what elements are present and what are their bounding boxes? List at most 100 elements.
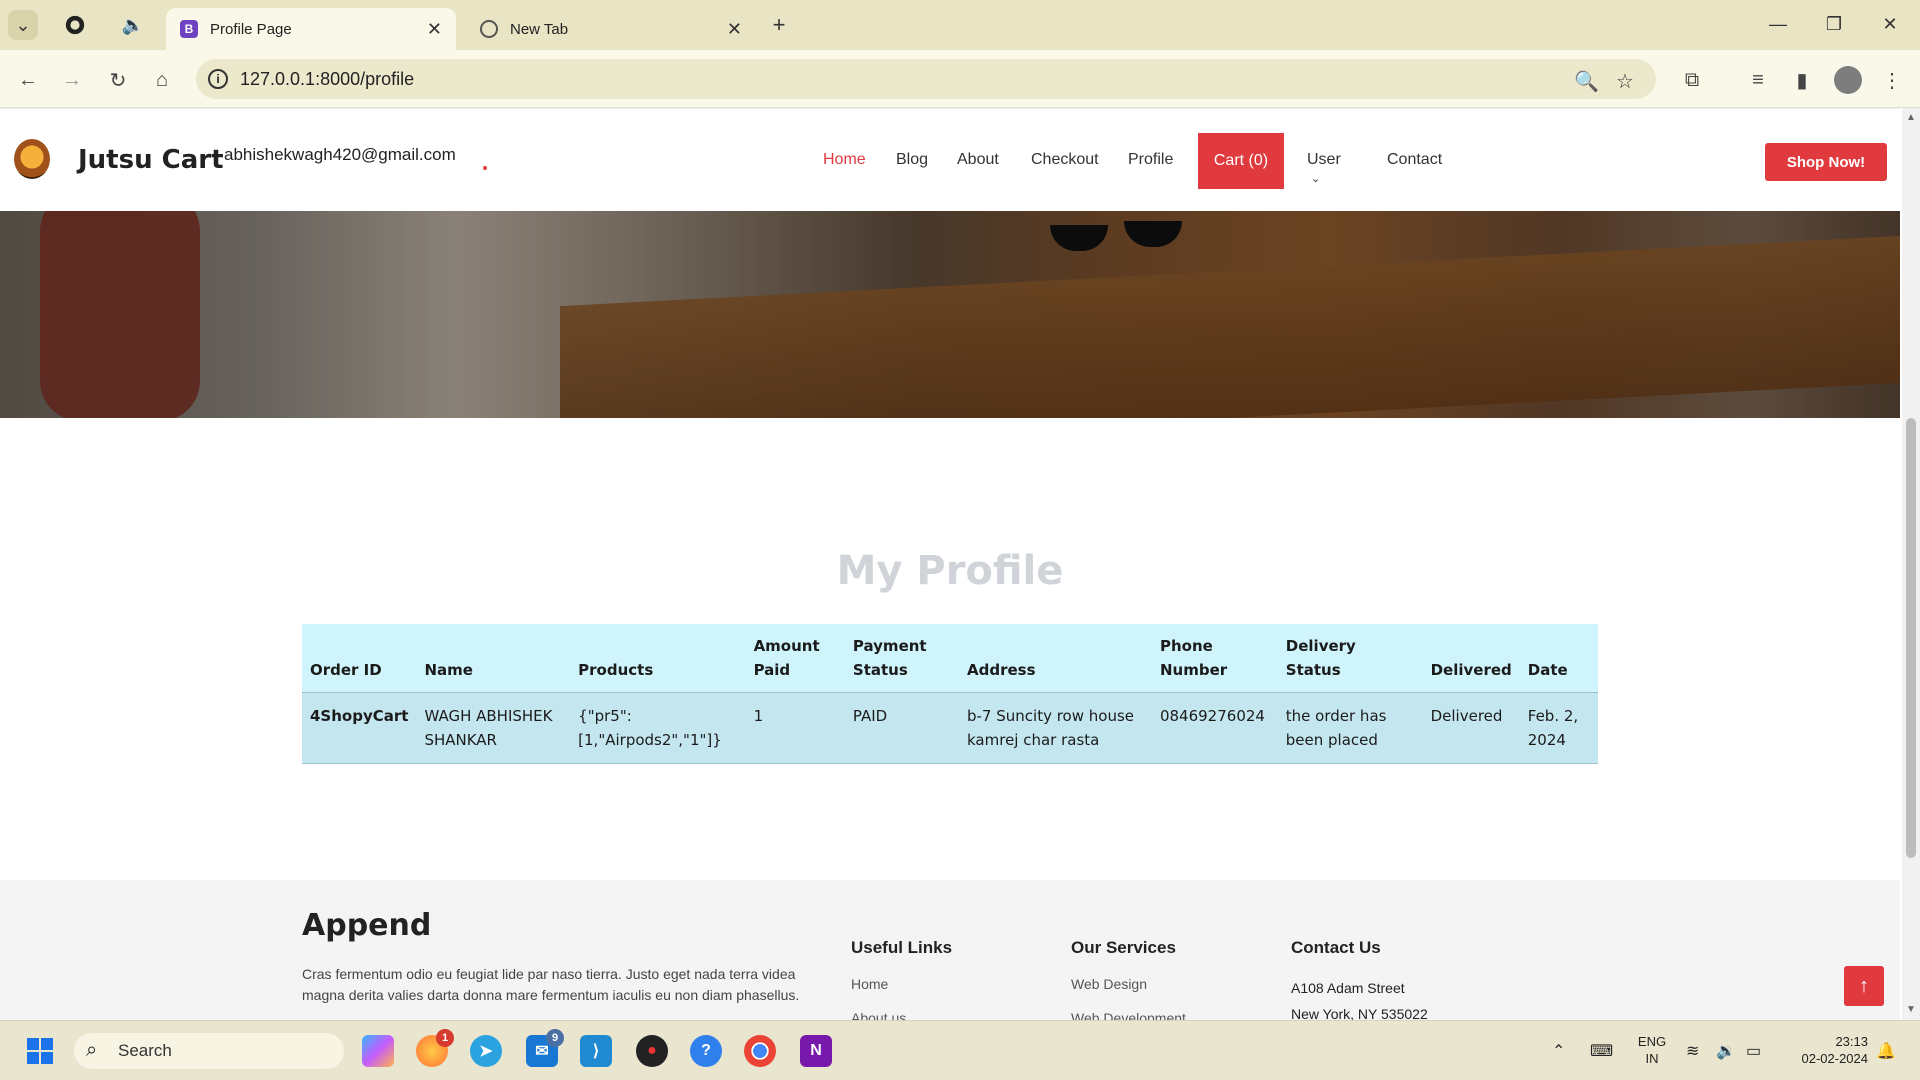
services-heading: Our Services: [1071, 938, 1176, 957]
minimize-button[interactable]: —: [1750, 0, 1806, 48]
bookmark-star-icon[interactable]: ☆: [1616, 69, 1634, 94]
col-date: Date: [1519, 624, 1598, 693]
useful-links-heading: Useful Links: [851, 938, 953, 957]
profile-avatar[interactable]: [1834, 66, 1862, 94]
footer-link-home[interactable]: Home: [851, 976, 888, 992]
nav-blog[interactable]: Blog: [896, 151, 928, 169]
nav-user-label: User: [1307, 151, 1341, 168]
windows-taskbar: ⌕ Search 1 ➤ ✉ 9 ⟩ ● ? N ⌃ ⌨ ENG IN ≋ 🔉 …: [0, 1020, 1920, 1080]
restore-button[interactable]: ❐: [1806, 0, 1862, 48]
nav-home[interactable]: Home: [823, 151, 866, 169]
browser-tab-strip: ⌄ 🔈 B Profile Page ✕ New Tab ✕ + — ❐ ✕: [0, 0, 1920, 50]
firefox-badge: 1: [436, 1029, 454, 1047]
tab-new-tab[interactable]: New Tab ✕: [466, 8, 756, 50]
shop-now-button[interactable]: Shop Now!: [1765, 143, 1887, 181]
cell-order-id: 4ShopyCart: [302, 692, 417, 764]
table-row: 4ShopyCart WAGH ABHISHEK SHANKAR {"pr5":…: [302, 692, 1598, 764]
reload-icon[interactable]: ↻: [104, 66, 132, 94]
footer-link-about[interactable]: About us: [851, 1010, 906, 1020]
vscode-icon[interactable]: ⟩: [580, 1035, 612, 1067]
tab-search-button[interactable]: ⌄: [8, 10, 38, 40]
github-icon[interactable]: [62, 12, 88, 38]
speaker-icon[interactable]: 🔈: [120, 12, 146, 38]
home-icon[interactable]: ⌂: [148, 66, 176, 94]
contact-address-line: A108 Adam Street: [1291, 980, 1405, 996]
col-order-id: Order ID: [302, 624, 417, 693]
extensions-icon[interactable]: ⧉: [1678, 66, 1706, 94]
url-text: 127.0.0.1:8000/profile: [240, 68, 415, 89]
mail-icon[interactable]: ✉ 9: [526, 1029, 564, 1067]
browser-toolbar: ← → ↻ ⌂ i 127.0.0.1:8000/profile 🔍 ☆ ⧉ ≡…: [0, 50, 1920, 108]
col-address: Address: [959, 624, 1152, 693]
cell-date: Feb. 2, 2024: [1519, 692, 1598, 764]
onenote-icon[interactable]: N: [800, 1035, 832, 1067]
scrollbar-thumb[interactable]: [1906, 418, 1916, 858]
nav-profile[interactable]: Profile: [1128, 151, 1173, 169]
col-products: Products: [570, 624, 746, 693]
cell-name: WAGH ABHISHEK SHANKAR: [416, 692, 571, 764]
user-email: abhishekwagh420@gmail.com: [224, 145, 456, 164]
page-viewport: Jutsu Cart abhishekwagh420@gmail.com Hom…: [0, 108, 1920, 1020]
tab-title: New Tab: [510, 20, 569, 38]
help-icon[interactable]: ?: [690, 1035, 722, 1067]
mail-badge: 9: [546, 1029, 564, 1047]
close-window-button[interactable]: ✕: [1862, 0, 1918, 48]
scroll-up-arrow-icon[interactable]: ▲: [1906, 112, 1916, 123]
media-control-icon[interactable]: ≡: [1744, 66, 1772, 94]
brand-name[interactable]: Jutsu Cart: [78, 145, 224, 175]
page-scrollbar[interactable]: ▲ ▼: [1902, 108, 1920, 1020]
search-icon: ⌕: [86, 1039, 98, 1061]
lion-logo-icon[interactable]: [14, 139, 50, 179]
firefox-icon[interactable]: 1: [416, 1029, 454, 1067]
tab-profile-page[interactable]: B Profile Page ✕: [166, 8, 456, 50]
footer-service-web-design[interactable]: Web Design: [1071, 976, 1147, 992]
windows-start-icon[interactable]: [24, 1035, 56, 1067]
davinci-icon[interactable]: ●: [636, 1035, 668, 1067]
chrome-taskbar-icon[interactable]: [744, 1035, 776, 1067]
wifi-icon[interactable]: ≋: [1686, 1041, 1699, 1061]
notification-bell-icon[interactable]: 🔔: [1876, 1041, 1896, 1061]
clock-time: 23:13: [1835, 1034, 1868, 1049]
back-to-top-button[interactable]: ↑: [1844, 966, 1884, 1006]
hero-image: [0, 211, 1900, 418]
footer-service-web-dev[interactable]: Web Development: [1071, 1010, 1186, 1020]
site-footer: Append Cras fermentum odio eu feugiat li…: [0, 880, 1900, 1020]
forward-icon[interactable]: →: [58, 66, 86, 94]
site-header: Jutsu Cart abhishekwagh420@gmail.com Hom…: [0, 108, 1900, 211]
back-icon[interactable]: ←: [14, 66, 42, 94]
close-tab-icon[interactable]: ✕: [727, 19, 742, 40]
site-info-icon[interactable]: i: [208, 69, 228, 89]
telegram-icon[interactable]: ➤: [470, 1035, 502, 1067]
language-indicator[interactable]: ENG IN: [1634, 1033, 1670, 1067]
taskbar-search[interactable]: ⌕ Search: [74, 1033, 344, 1069]
nav-about[interactable]: About: [957, 151, 999, 169]
battery-icon[interactable]: ▭: [1746, 1041, 1761, 1061]
clock[interactable]: 23:13 02-02-2024: [1784, 1033, 1869, 1067]
nav-contact[interactable]: Contact: [1387, 151, 1442, 169]
footer-brand: Append: [302, 908, 432, 943]
keyboard-icon[interactable]: ⌨: [1590, 1041, 1613, 1061]
nav-user-dropdown[interactable]: User ⌄: [1307, 151, 1341, 187]
copilot-icon[interactable]: [362, 1035, 394, 1067]
side-panel-icon[interactable]: ▮: [1788, 66, 1816, 94]
nav-checkout[interactable]: Checkout: [1031, 151, 1099, 169]
cell-products: {"pr5": [1,"Airpods2","1"]}: [570, 692, 746, 764]
chrome-icon: [480, 20, 498, 38]
scroll-down-arrow-icon[interactable]: ▼: [1906, 1004, 1916, 1015]
region-code: IN: [1645, 1051, 1659, 1066]
volume-icon[interactable]: 🔉: [1716, 1041, 1736, 1061]
address-bar[interactable]: i 127.0.0.1:8000/profile 🔍 ☆: [196, 59, 1656, 99]
close-tab-icon[interactable]: ✕: [427, 19, 442, 40]
cart-button[interactable]: Cart (0): [1198, 133, 1284, 189]
col-amount-paid: Amount Paid: [745, 624, 845, 693]
zoom-icon[interactable]: 🔍: [1574, 69, 1599, 94]
tray-overflow-icon[interactable]: ⌃: [1552, 1041, 1565, 1061]
footer-description: Cras fermentum odio eu feugiat lide par …: [302, 966, 800, 1003]
new-tab-button[interactable]: +: [766, 12, 792, 38]
col-delivered: Delivered: [1422, 624, 1520, 693]
contact-city-line: New York, NY 535022: [1291, 1006, 1428, 1020]
language-code: ENG: [1637, 1034, 1667, 1049]
menu-dots-icon[interactable]: ⋮: [1878, 66, 1906, 94]
cell-phone: 08469276024: [1151, 692, 1278, 764]
search-label: Search: [118, 1041, 172, 1060]
